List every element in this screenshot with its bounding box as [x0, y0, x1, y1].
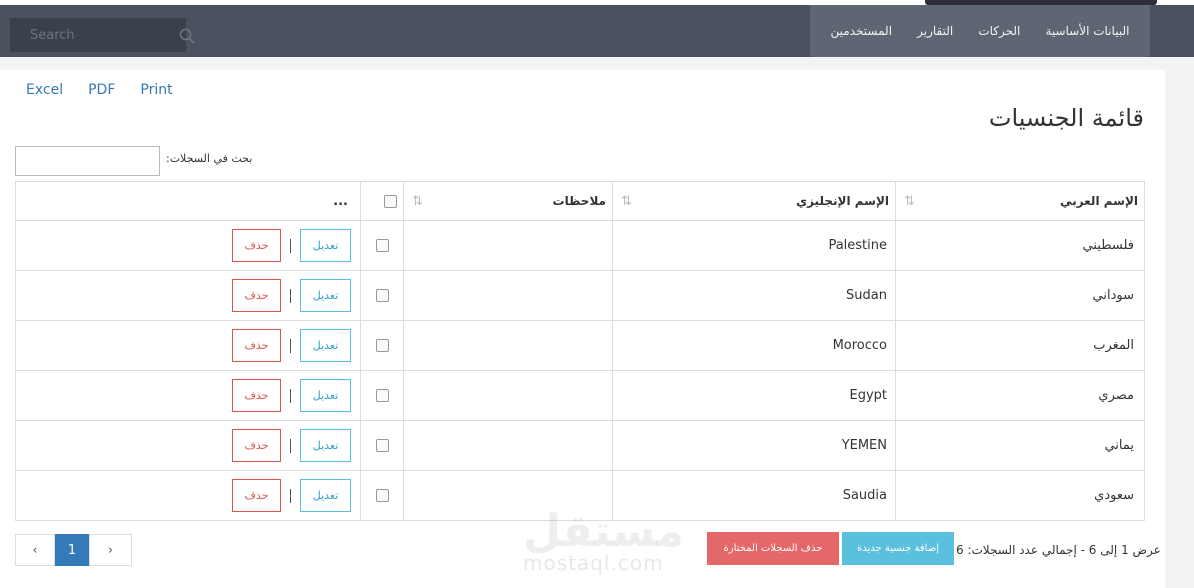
menu-item-users[interactable]: المستخدمين	[831, 24, 892, 38]
row-checkbox[interactable]	[375, 389, 389, 402]
pdf-export-link[interactable]: PDF	[88, 82, 115, 98]
table-row: المغرب Morocco تعديل حذف	[15, 320, 1145, 371]
cell-notes	[403, 220, 613, 271]
watermark-arabic: مستقل	[523, 506, 684, 557]
navbar: البيانات الأساسية الحركات التقارير المست…	[0, 5, 1194, 57]
edit-button[interactable]: تعديل	[300, 279, 351, 312]
delete-button[interactable]: حذف	[232, 279, 281, 312]
delete-button[interactable]: حذف	[232, 429, 281, 462]
print-link[interactable]: Print	[140, 82, 172, 98]
cell-english-name: YEMEN	[612, 420, 896, 471]
watermark-latin: mostaql.com	[523, 551, 664, 575]
delete-button[interactable]: حذف	[232, 479, 281, 512]
table-row: فلسطيني Palestine تعديل حذف	[15, 220, 1145, 271]
pager-page-current[interactable]: 1	[55, 534, 89, 566]
cell-select	[360, 420, 404, 471]
filter-label: بحث في السجلات:	[166, 152, 253, 165]
cell-arabic-name: مصري	[895, 370, 1145, 421]
delete-button[interactable]: حذف	[232, 229, 281, 262]
edit-button[interactable]: تعديل	[300, 379, 351, 412]
row-actions: تعديل حذف	[17, 379, 359, 412]
action-separator	[290, 238, 291, 253]
pagination: ‹ 1 ›	[15, 534, 132, 566]
row-actions: تعديل حذف	[17, 429, 359, 462]
action-separator	[290, 438, 291, 453]
main-menu: البيانات الأساسية الحركات التقارير المست…	[810, 5, 1150, 57]
cell-select	[360, 220, 404, 271]
action-separator	[290, 388, 291, 403]
cell-english-name: Morocco	[612, 320, 896, 371]
header-actions: ...	[15, 181, 361, 221]
cell-english-name: Palestine	[612, 220, 896, 271]
cell-actions: تعديل حذف	[15, 270, 361, 321]
cell-actions: تعديل حذف	[15, 370, 361, 421]
edit-button[interactable]: تعديل	[300, 229, 351, 262]
row-actions: تعديل حذف	[17, 479, 359, 512]
action-separator	[290, 488, 291, 503]
cell-actions: تعديل حذف	[15, 420, 361, 471]
records-search-input[interactable]	[15, 146, 160, 176]
add-nationality-button[interactable]: إضافة جنسية جديدة	[842, 532, 954, 565]
select-all-checkbox[interactable]	[384, 195, 397, 208]
pager-prev[interactable]: ‹	[15, 534, 55, 566]
menu-item-basic-data[interactable]: البيانات الأساسية	[1045, 24, 1129, 38]
action-separator	[290, 338, 291, 353]
cell-notes	[403, 270, 613, 321]
cell-select	[360, 320, 404, 371]
row-actions: تعديل حذف	[17, 329, 359, 362]
cell-english-name: Egypt	[612, 370, 896, 421]
cell-notes	[403, 320, 613, 371]
pager-next[interactable]: ›	[89, 534, 132, 566]
cell-select	[360, 270, 404, 321]
row-checkbox[interactable]	[375, 489, 389, 502]
excel-export-link[interactable]: Excel	[26, 82, 63, 98]
delete-button[interactable]: حذف	[232, 379, 281, 412]
delete-selected-button[interactable]: حذف السجلات المختارة	[707, 532, 839, 565]
row-checkbox[interactable]	[375, 339, 389, 352]
row-checkbox[interactable]	[375, 439, 389, 452]
menu-item-reports[interactable]: التقارير	[917, 24, 953, 38]
cell-notes	[403, 370, 613, 421]
table-row: سوداني Sudan تعديل حذف	[15, 270, 1145, 321]
row-checkbox[interactable]	[375, 289, 389, 302]
table-row: مصري Egypt تعديل حذف	[15, 370, 1145, 421]
header-arabic-name[interactable]: الإسم العربي ⇅	[895, 181, 1145, 221]
cell-arabic-name: سعودي	[895, 470, 1145, 521]
page-title: قائمة الجنسيات	[988, 104, 1144, 132]
sort-icon[interactable]: ⇅	[412, 194, 423, 209]
records-summary: عرض 1 إلى 6 - إجمالي عدد السجلات: 6	[956, 543, 1161, 557]
edit-button[interactable]: تعديل	[300, 479, 351, 512]
cell-arabic-name: المغرب	[895, 320, 1145, 371]
cell-select	[360, 370, 404, 421]
header-notes[interactable]: ملاحظات ⇅	[403, 181, 613, 221]
cell-select	[360, 470, 404, 521]
cell-actions: تعديل حذف	[15, 470, 361, 521]
delete-button[interactable]: حذف	[232, 329, 281, 362]
cell-arabic-name: يماني	[895, 420, 1145, 471]
header-select-all[interactable]	[360, 181, 404, 221]
sort-icon[interactable]: ⇅	[621, 194, 632, 209]
row-checkbox[interactable]	[375, 239, 389, 252]
table-row: يماني YEMEN تعديل حذف	[15, 420, 1145, 471]
sort-icon[interactable]: ⇅	[904, 194, 915, 209]
table-header-row: الإسم العربي ⇅ الإسم الإنجليزي ⇅ ملاحظات…	[15, 181, 1145, 221]
export-toolbar: Excel PDF Print	[26, 82, 198, 98]
cell-arabic-name: فلسطيني	[895, 220, 1145, 271]
search-input[interactable]	[10, 18, 186, 52]
search-icon[interactable]	[179, 28, 195, 44]
cell-notes	[403, 420, 613, 471]
row-actions: تعديل حذف	[17, 279, 359, 312]
cell-actions: تعديل حذف	[15, 320, 361, 371]
cell-actions: تعديل حذف	[15, 220, 361, 271]
cell-arabic-name: سوداني	[895, 270, 1145, 321]
row-actions: تعديل حذف	[17, 229, 359, 262]
action-separator	[290, 288, 291, 303]
cell-english-name: Sudan	[612, 270, 896, 321]
edit-button[interactable]: تعديل	[300, 429, 351, 462]
edit-button[interactable]: تعديل	[300, 329, 351, 362]
header-english-name[interactable]: الإسم الإنجليزي ⇅	[612, 181, 896, 221]
nationalities-table: الإسم العربي ⇅ الإسم الإنجليزي ⇅ ملاحظات…	[15, 181, 1145, 521]
menu-item-transactions[interactable]: الحركات	[978, 24, 1020, 38]
